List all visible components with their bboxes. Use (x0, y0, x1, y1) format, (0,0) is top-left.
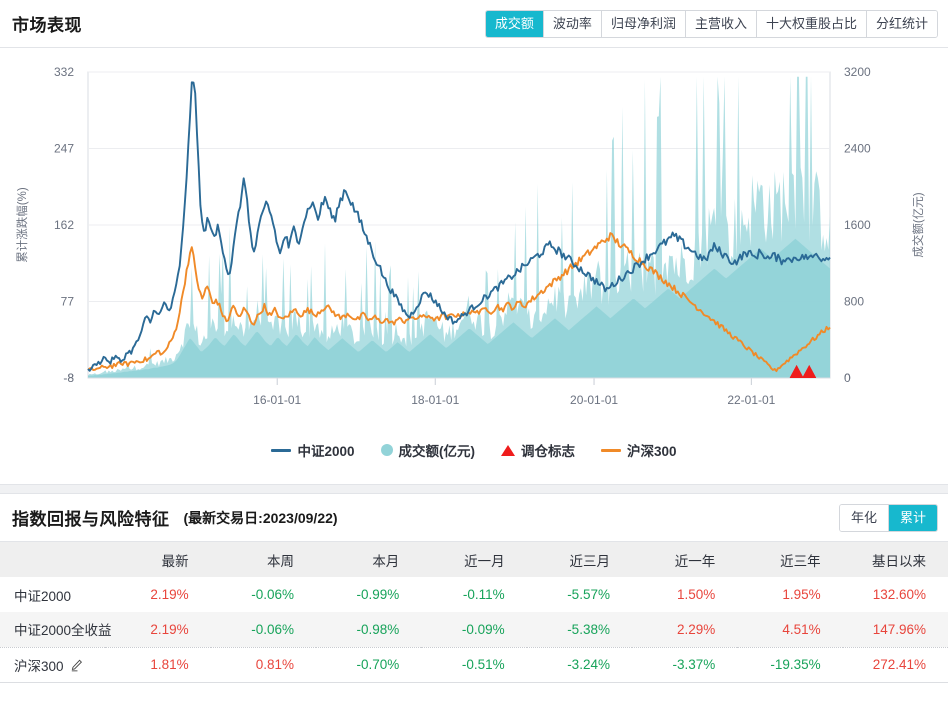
table-header-row: 最新本周本月近一月近三月近一年近三年基日以来 (0, 542, 948, 577)
row-name-label: 沪深300 (14, 659, 64, 674)
metric-cell: -0.51% (421, 647, 526, 682)
metric-cell: 147.96% (843, 612, 948, 647)
legend-line-marker-icon (601, 449, 621, 452)
tab-2[interactable]: 归母净利润 (602, 11, 686, 37)
toggle-option-0[interactable]: 年化 (840, 505, 889, 531)
column-header-2: 本周 (211, 542, 316, 577)
metric-cell: -3.24% (527, 647, 632, 682)
table-body: 中证2000 2.19%-0.06%-0.99%-0.11%-5.57%1.50%… (0, 577, 948, 682)
column-header-3: 本月 (316, 542, 421, 577)
table-row: 中证2000全收益2.19%-0.06%-0.98%-0.09%-5.38%2.… (0, 612, 948, 647)
legend-item-3[interactable]: 沪深300 (601, 440, 677, 460)
metric-cell: -19.35% (737, 647, 842, 682)
y-axis-tick-label: 77 (61, 295, 75, 309)
market-section-header: 市场表现 成交额波动率归母净利润主营收入十大权重股占比分红统计 (0, 0, 948, 48)
row-name-cell: 中证2000全收益 (0, 612, 105, 647)
table-row: 沪深300 1.81%0.81%-0.70%-0.51%-3.24%-3.37%-… (0, 647, 948, 682)
tab-4[interactable]: 十大权重股占比 (757, 11, 867, 37)
y-axis-tick-label: 162 (54, 218, 74, 232)
tab-5[interactable]: 分红统计 (867, 11, 937, 37)
legend-item-2[interactable]: 调仓标志 (501, 440, 575, 460)
y-axis-tick-label: -8 (63, 371, 74, 385)
y2-axis-tick-label: 2400 (844, 142, 871, 156)
y2-axis-tick-label: 1600 (844, 218, 871, 232)
edit-pencil-icon[interactable] (70, 659, 83, 675)
column-header-7: 近三年 (737, 542, 842, 577)
metric-cell: -0.70% (316, 647, 421, 682)
chart-legend: 中证2000 成交额(亿元) 调仓标志 沪深300 (0, 440, 948, 460)
annualized-cumulative-toggle[interactable]: 年化累计 (839, 504, 938, 532)
tab-3[interactable]: 主营收入 (686, 11, 757, 37)
returns-section-header: 指数回报与风险特征 (最新交易日:2023/09/22) 年化累计 (0, 494, 948, 542)
column-header-6: 近一年 (632, 542, 737, 577)
metric-cell: 2.19% (105, 577, 210, 612)
column-header-4: 近一月 (421, 542, 526, 577)
row-name-cell: 沪深300 (0, 647, 105, 682)
y2-axis-tick-label: 800 (844, 295, 864, 309)
market-tab-group[interactable]: 成交额波动率归母净利润主营收入十大权重股占比分红统计 (485, 10, 938, 38)
metric-cell: 0.81% (211, 647, 316, 682)
market-chart-panel: -8 77 162 247 332 0 800 1600 2400 3200 累计涨跌幅(%) 成交额… (0, 48, 948, 484)
y2-axis-title: 成交额(亿元) (911, 192, 925, 257)
column-header-5: 近三月 (527, 542, 632, 577)
metric-cell: 132.60% (843, 577, 948, 612)
y-axis-tick-label: 247 (54, 142, 74, 156)
table-row: 中证2000 2.19%-0.06%-0.99%-0.11%-5.57%1.50%… (0, 577, 948, 612)
table-header: 最新本周本月近一月近三月近一年近三年基日以来 (0, 542, 948, 577)
column-header-0 (0, 542, 105, 577)
metric-cell: 1.81% (105, 647, 210, 682)
metric-cell: 2.19% (105, 612, 210, 647)
page-title: 市场表现 (12, 11, 82, 36)
metric-cell: 2.29% (632, 612, 737, 647)
metric-cell: -5.57% (527, 577, 632, 612)
latest-trade-date: (最新交易日:2023/09/22) (184, 508, 338, 528)
row-name-cell: 中证2000 (0, 577, 105, 612)
metric-cell: -0.99% (316, 577, 421, 612)
metric-cell: -0.98% (316, 612, 421, 647)
column-header-8: 基日以来 (843, 542, 948, 577)
legend-triangle-marker-icon (501, 445, 515, 456)
metric-cell: 4.51% (737, 612, 842, 647)
panel-divider (0, 484, 948, 494)
legend-line-marker-icon (271, 449, 291, 452)
metric-cell: -0.06% (211, 612, 316, 647)
legend-label: 成交额(亿元) (399, 440, 476, 460)
x-axis-tick-label: 22-01-01 (727, 393, 775, 407)
market-performance-chart[interactable]: -8 77 162 247 332 0 800 1600 2400 3200 累计涨跌幅(%) 成交额… (0, 48, 948, 440)
legend-item-1[interactable]: 成交额(亿元) (381, 440, 476, 460)
column-header-1: 最新 (105, 542, 210, 577)
tab-1[interactable]: 波动率 (544, 11, 602, 37)
below-axis-mask (0, 379, 948, 440)
toggle-option-1[interactable]: 累计 (889, 505, 937, 531)
row-name-label: 中证2000 (14, 589, 71, 604)
y2-axis-tick-label: 3200 (844, 65, 871, 79)
y-axis-tick-label: 332 (54, 65, 74, 79)
index-returns-table: 最新本周本月近一月近三月近一年近三年基日以来 中证2000 2.19%-0.06%… (0, 542, 948, 683)
metric-cell: -0.11% (421, 577, 526, 612)
tab-0[interactable]: 成交额 (486, 11, 544, 37)
x-axis-tick-label: 16-01-01 (253, 393, 301, 407)
legend-item-0[interactable]: 中证2000 (271, 440, 354, 460)
metric-cell: 1.95% (737, 577, 842, 612)
legend-label: 沪深300 (627, 440, 677, 460)
metric-cell: -5.38% (527, 612, 632, 647)
market-performance-page: 市场表现 成交额波动率归母净利润主营收入十大权重股占比分红统计 -8 77 162 2… (0, 0, 948, 704)
x-axis-tick-label: 18-01-01 (411, 393, 459, 407)
row-name-label: 中证2000全收益 (14, 623, 112, 638)
metric-cell: -0.06% (211, 577, 316, 612)
metric-cell: 272.41% (843, 647, 948, 682)
legend-label: 调仓标志 (521, 440, 575, 460)
metric-cell: 1.50% (632, 577, 737, 612)
y2-axis-tick-label: 0 (844, 371, 851, 385)
y-axis-title: 累计涨跌幅(%) (15, 187, 29, 263)
x-axis-tick-label: 20-01-01 (570, 393, 618, 407)
legend-circle-marker-icon (381, 444, 393, 456)
metric-cell: -0.09% (421, 612, 526, 647)
legend-label: 中证2000 (297, 440, 354, 460)
metrics-table-wrapper: 最新本周本月近一月近三月近一年近三年基日以来 中证2000 2.19%-0.06%… (0, 542, 948, 683)
returns-title: 指数回报与风险特征 (12, 505, 170, 530)
metric-cell: -3.37% (632, 647, 737, 682)
